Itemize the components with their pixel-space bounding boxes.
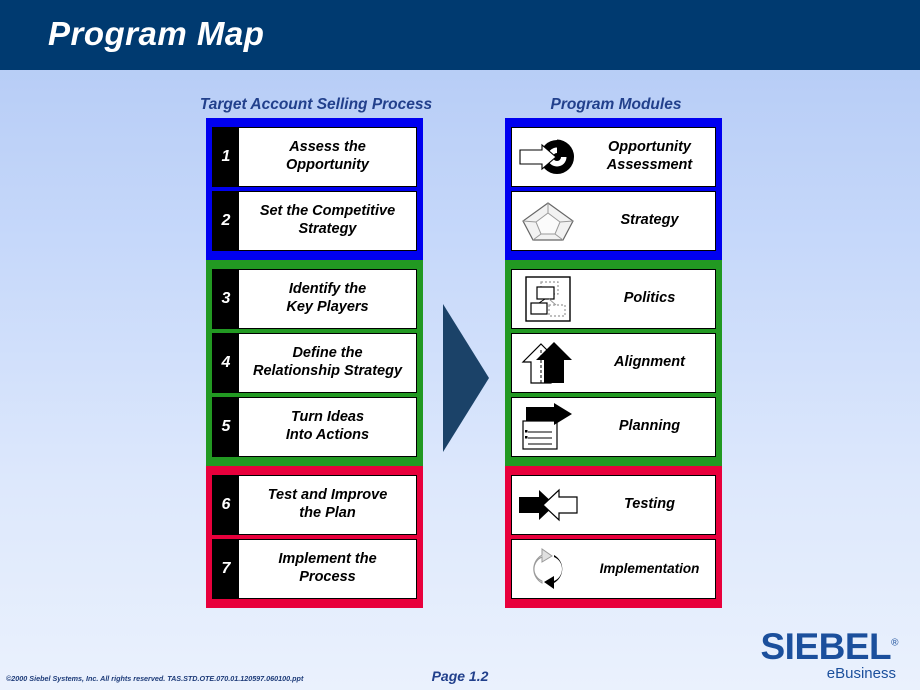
module-item[interactable]: Implementation [511,539,716,599]
module-item[interactable]: Alignment [511,333,716,393]
process-step[interactable]: 1 Assess the Opportunity [212,127,417,187]
process-step[interactable]: 7 Implement the Process [212,539,417,599]
copyright-text: ©2000 Siebel Systems, Inc. All rights re… [6,674,304,683]
pentagon-icon [512,192,584,250]
step-label: Implement the Process [278,551,377,585]
step-number: 5 [213,398,239,456]
arrow-document-icon [512,398,584,456]
process-step[interactable]: 5 Turn Ideas Into Actions [212,397,417,457]
module-label: Implementation [599,560,700,576]
step-number: 2 [213,192,239,250]
process-group-green: 3 Identify the Key Players 4 Define the … [206,260,423,466]
module-item[interactable]: Testing [511,475,716,535]
siebel-wordmark-text: SIEBEL [760,626,892,667]
module-label: Politics [623,290,676,307]
right-column-heading: Program Modules [550,96,682,113]
step-number: 6 [213,476,239,534]
module-label: Planning [618,418,681,435]
flow-arrow-icon [443,304,489,452]
process-group-blue: 1 Assess the Opportunity 2 Set the Compe… [206,118,423,260]
left-column-heading: Target Account Selling Process [199,96,433,113]
page-number: Page 1.2 [431,668,489,684]
slide-canvas: Program Map Target Account Selling Proce… [0,0,920,690]
module-item[interactable]: Opportunity Assessment [511,127,716,187]
process-group-red: 6 Test and Improve the Plan 7 Implement … [206,466,423,608]
siebel-wordmark: SIEBEL® [718,628,898,665]
module-group-blue: Opportunity Assessment Strategy [505,118,722,260]
module-item[interactable]: Politics [511,269,716,329]
step-label: Turn Ideas Into Actions [285,409,370,443]
module-item[interactable]: Strategy [511,191,716,251]
module-group-red: Testing Implementation [505,466,722,608]
module-label: Alignment [614,354,685,371]
process-column: 1 Assess the Opportunity 2 Set the Compe… [206,118,423,608]
up-arrows-icon [512,334,584,392]
process-step[interactable]: 2 Set the Competitive Strategy [212,191,417,251]
module-group-green: Politics Alignment Planning [505,260,722,466]
step-label: Test and Improve the Plan [267,487,388,521]
process-step[interactable]: 4 Define the Relationship Strategy [212,333,417,393]
process-step[interactable]: 6 Test and Improve the Plan [212,475,417,535]
step-number: 4 [213,334,239,392]
registered-trademark-icon: ® [891,637,898,649]
siebel-tagline: eBusiness [826,665,896,682]
opposing-arrows-icon [512,476,584,534]
step-number: 3 [213,270,239,328]
process-step[interactable]: 3 Identify the Key Players [212,269,417,329]
siebel-logo: SIEBEL® eBusiness [718,628,898,683]
step-label: Set the Competitive Strategy [259,203,396,237]
modules-column: Opportunity Assessment Strategy Politics… [505,118,722,608]
step-label: Define the Relationship Strategy [252,345,403,379]
module-item[interactable]: Planning [511,397,716,457]
step-number: 7 [213,540,239,598]
page-title: Program Map [48,15,265,52]
module-label: Strategy [620,212,679,229]
module-label: Testing [623,496,676,513]
step-label: Identify the Key Players [286,281,369,315]
step-number: 1 [213,128,239,186]
target-arrow-icon [512,128,584,186]
circular-arrows-icon [512,540,584,598]
org-boxes-icon [512,270,584,328]
module-label: Opportunity Assessment [606,139,693,173]
step-label: Assess the Opportunity [286,139,369,173]
